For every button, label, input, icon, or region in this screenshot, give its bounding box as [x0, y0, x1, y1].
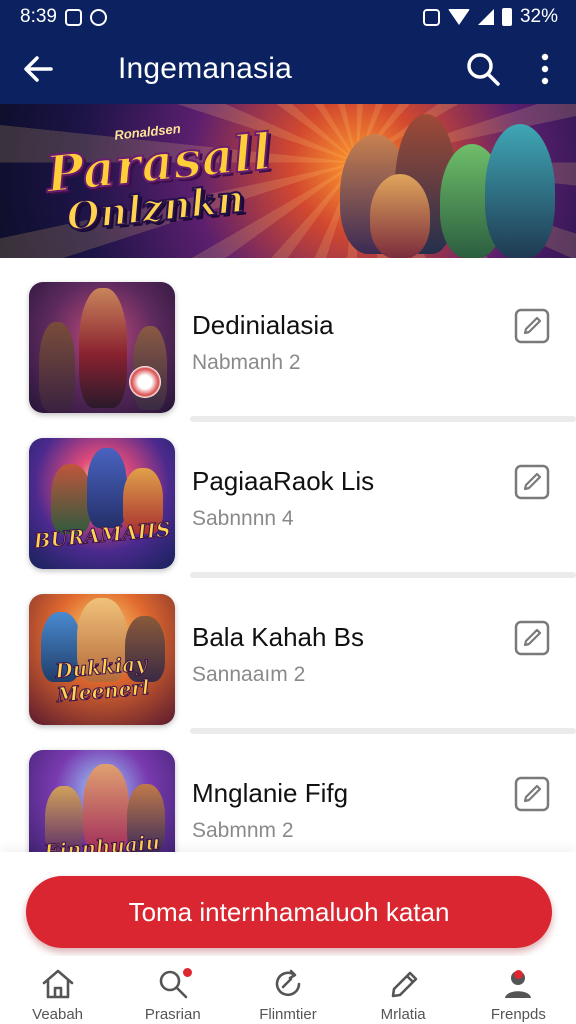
wifi-icon [447, 9, 470, 25]
app-bar: Ingemanasia [0, 34, 576, 104]
item-title: PagiaaRaok Lis [192, 466, 375, 496]
promo-banner[interactable]: Ronaldsen Parasall Onlznkn [0, 104, 576, 258]
status-time: 8:39 [20, 6, 57, 27]
edit-icon [514, 776, 550, 812]
nav-label: Veabah [32, 1006, 84, 1023]
search-button[interactable] [452, 34, 514, 104]
edit-icon [514, 620, 550, 656]
nav-label: Prasrian [144, 1006, 201, 1023]
battery-level: 32% [519, 6, 558, 27]
edit-button[interactable] [514, 620, 550, 656]
item-subtitle: Sabmnm 2 [192, 819, 294, 842]
notification-icon [64, 8, 82, 26]
thumb-ball [129, 366, 161, 398]
pencil-icon [391, 971, 418, 998]
cta-container: Toma internhamaluoh katan [0, 852, 576, 956]
page-title: Ingemanasia [118, 52, 292, 85]
home-icon [42, 969, 73, 999]
thumb-figure [39, 322, 75, 412]
item-title: Mnglanie Fifg [192, 778, 349, 808]
bottom-nav: Veabah Prasrian Flinmtier Mrlatia Frenpd… [0, 956, 576, 1024]
thumb-figure [79, 288, 127, 408]
nav-item-search[interactable]: Prasrian [115, 956, 230, 1023]
game-thumbnail: BURAMAIIS [29, 438, 175, 569]
arrow-left-icon [24, 56, 53, 82]
game-list: Dedinialasia Nabmanh 2 BURAMAIIS PagiaaR… [0, 266, 576, 890]
thumb-title: BURAMAIIS [32, 517, 172, 554]
item-subtitle: Sannaaım 2 [192, 663, 306, 686]
item-title: Bala Kahah Bs [192, 622, 365, 652]
banner-hero-figure [370, 174, 430, 258]
signal-icon [477, 9, 494, 25]
battery-icon [501, 8, 512, 26]
nav-label: Flinmtier [259, 1006, 317, 1023]
item-subtitle: Nabmanh 2 [192, 351, 301, 374]
game-thumbnail: Dukkiay Meenerl [29, 594, 175, 725]
banner-logo: Ronaldsen Parasall Onlznkn [42, 113, 275, 254]
nav-item-profile[interactable]: Frenpds [461, 956, 576, 1023]
nav-label: Frenpds [490, 1006, 546, 1023]
edit-icon [514, 464, 550, 500]
edit-icon [514, 308, 550, 344]
banner-hero-figure [485, 124, 555, 258]
refresh-icon [275, 969, 301, 997]
game-thumbnail [29, 282, 175, 413]
more-vertical-icon [541, 53, 549, 85]
nav-item-home[interactable]: Veabah [0, 956, 115, 1023]
vibrate-icon [422, 8, 440, 26]
list-item[interactable]: Dukkiay Meenerl Bala Kahah Bs Sannaaım 2 [0, 578, 576, 734]
list-item[interactable]: BURAMAIIS PagiaaRaok Lis Sabnnnn 4 [0, 422, 576, 578]
list-item[interactable]: Dedinialasia Nabmanh 2 [0, 266, 576, 422]
search-icon [467, 53, 500, 86]
notification-dot [183, 968, 193, 977]
sync-icon [89, 8, 107, 26]
item-title: Dedinialasia [192, 310, 334, 340]
status-left: 8:39 [20, 6, 107, 28]
nav-item-refresh[interactable]: Flinmtier [230, 956, 345, 1023]
status-right: 32% [422, 6, 558, 28]
primary-cta-button[interactable]: Toma internhamaluoh katan [26, 876, 552, 948]
edit-button[interactable] [514, 308, 550, 344]
more-options-button[interactable] [514, 34, 576, 104]
back-button[interactable] [0, 34, 76, 104]
edit-button[interactable] [514, 464, 550, 500]
nav-label: Mrlatia [380, 1006, 426, 1023]
thumb-figure [87, 448, 127, 528]
item-subtitle: Sabnnnn 4 [192, 507, 294, 530]
nav-item-edit[interactable]: Mrlatia [346, 956, 461, 1023]
notification-dot [513, 970, 523, 979]
edit-button[interactable] [514, 776, 550, 812]
status-bar: 8:39 32% [0, 0, 576, 34]
